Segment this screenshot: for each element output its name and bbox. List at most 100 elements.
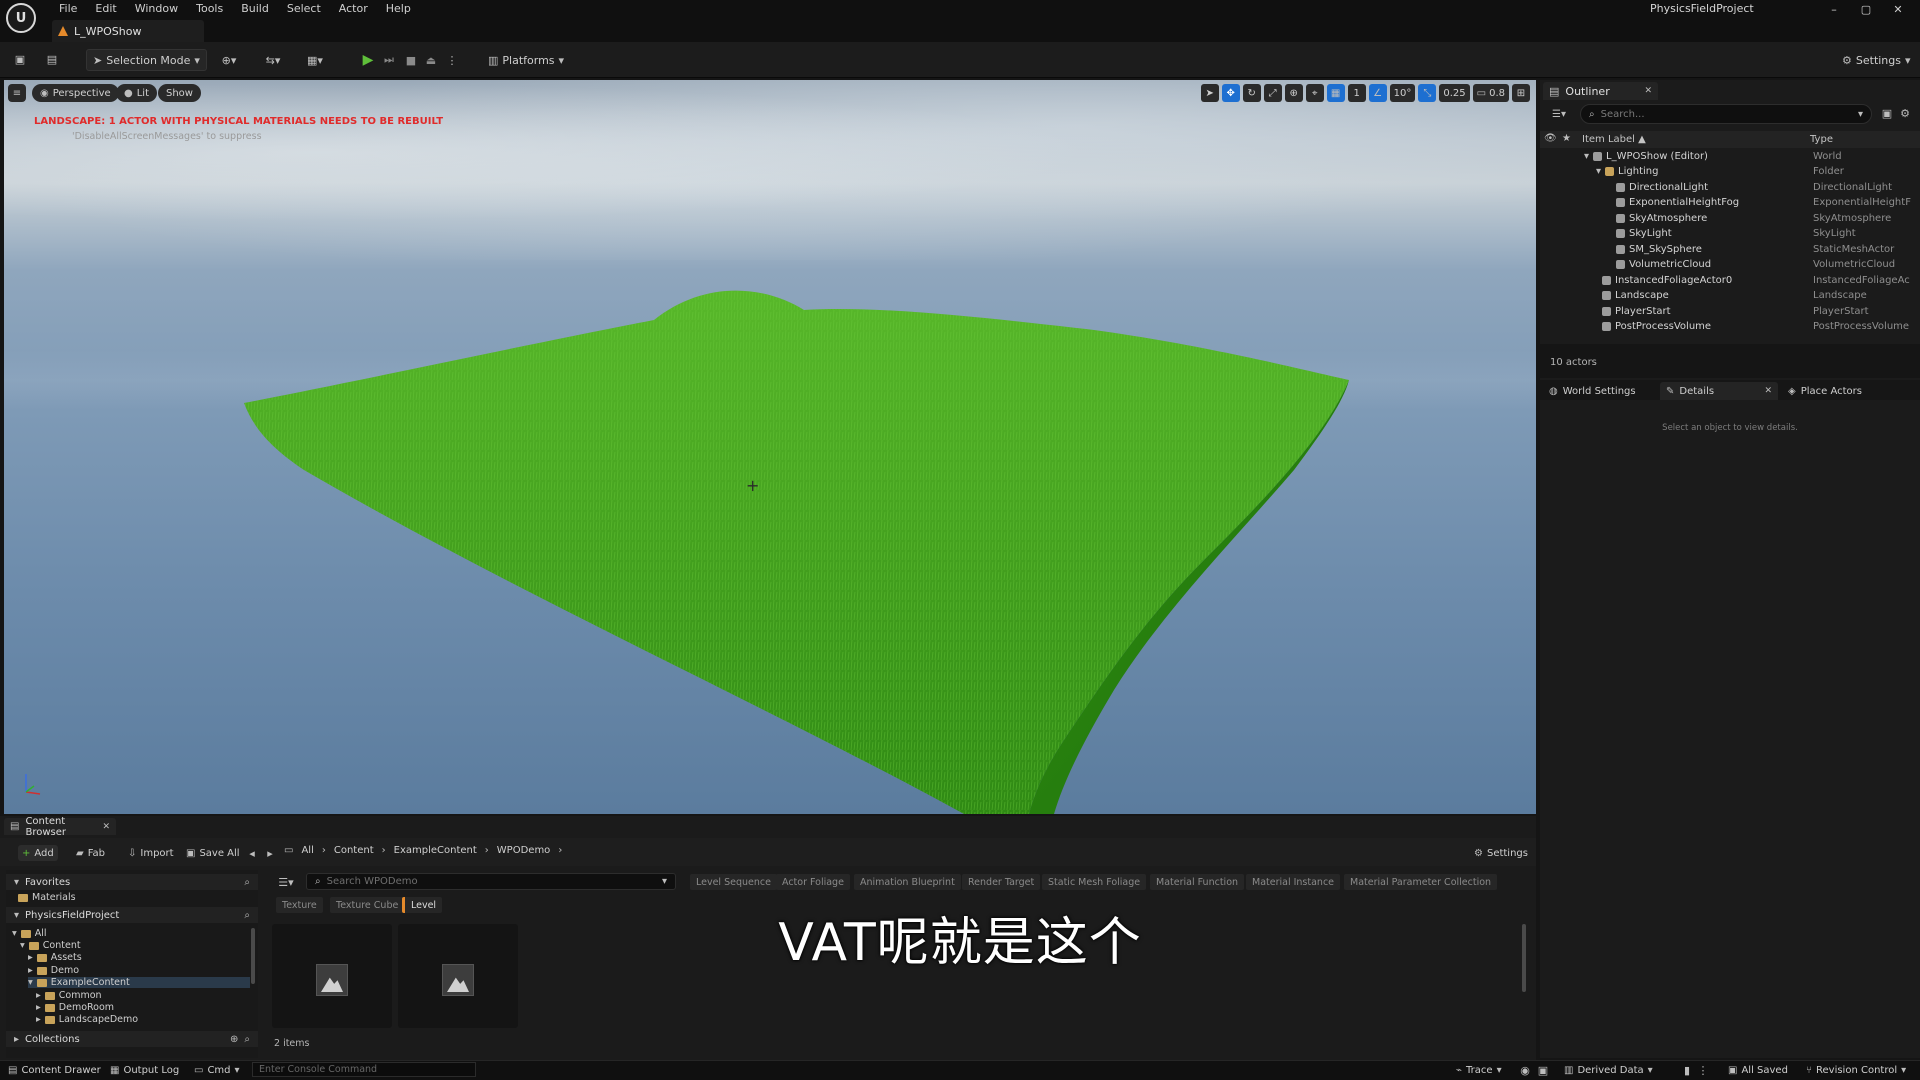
outliner-row[interactable]: SkyLight SkyLight xyxy=(1540,228,1920,243)
step-icon[interactable]: ⏭ xyxy=(380,49,398,71)
add-collection-icon[interactable]: ⊕ xyxy=(230,1034,238,1045)
pin-icon[interactable]: ★ xyxy=(1562,133,1571,144)
filter-chip[interactable]: Static Mesh Foliage xyxy=(1042,874,1147,890)
tab-place-actors[interactable]: ◈ Place Actors xyxy=(1782,382,1868,400)
scale-snap-toggle[interactable]: ⤡ xyxy=(1418,84,1437,102)
tab-world-settings[interactable]: ◍ World Settings xyxy=(1543,382,1642,400)
more-options-icon[interactable]: ⋮ xyxy=(447,52,458,68)
revision-control-dropdown[interactable]: ⑂ Revision Control ▾ xyxy=(1806,1063,1906,1077)
close-icon[interactable]: ✕ xyxy=(1644,86,1652,96)
unreal-logo-icon[interactable]: U xyxy=(6,3,36,33)
scale-tool-icon[interactable]: ⤢ xyxy=(1263,84,1282,102)
outliner-row[interactable]: SM_SkySphere StaticMeshActor xyxy=(1540,244,1920,259)
outliner-row[interactable]: PostProcessVolume PostProcessVolume xyxy=(1540,321,1920,336)
menu-actor[interactable]: Actor xyxy=(330,2,377,16)
favorites-header[interactable]: ▾ Favorites ⌕ xyxy=(6,874,258,890)
filter-chip[interactable]: Material Parameter Collection xyxy=(1344,874,1498,890)
stop-icon[interactable]: ■ xyxy=(402,49,420,71)
scale-snap-value[interactable]: 0.25 xyxy=(1439,84,1470,102)
maximize-icon[interactable]: ▢ xyxy=(1850,0,1882,18)
all-saved-button[interactable]: ▣ All Saved xyxy=(1728,1063,1788,1077)
search-icon[interactable]: ⌕ xyxy=(244,1034,250,1045)
filter-chip[interactable]: Level Sequence xyxy=(690,874,777,890)
content-search-input[interactable]: ⌕ Search WPODemo ▾ xyxy=(306,873,676,890)
grid-snap-toggle[interactable]: ▦ xyxy=(1326,84,1345,102)
close-icon[interactable]: ✕ xyxy=(1764,386,1772,396)
column-item-label[interactable]: Item Label ▲ xyxy=(1582,134,1646,145)
column-type[interactable]: Type xyxy=(1810,134,1833,145)
menu-tools[interactable]: Tools xyxy=(187,2,232,16)
save-all-button[interactable]: ▣ Save All xyxy=(182,845,244,861)
outliner-row[interactable]: ExponentialHeightFog ExponentialHeightF xyxy=(1540,197,1920,212)
outliner-row[interactable]: Landscape Landscape xyxy=(1540,290,1920,305)
history-back-icon[interactable]: ◂ xyxy=(246,846,258,860)
eject-icon[interactable]: ⏏ xyxy=(422,49,440,71)
minimize-icon[interactable]: – xyxy=(1818,0,1850,18)
tree-folder[interactable]: ▾ ExampleContent xyxy=(28,977,250,988)
tree-folder[interactable]: ▸ LandscapeDemo xyxy=(36,1014,138,1025)
tree-folder[interactable]: ▸ Common xyxy=(36,990,102,1001)
filter-icon[interactable]: ☰▾ xyxy=(1548,107,1570,121)
content-browser-tab[interactable]: ▤ Content Browser ✕ xyxy=(4,816,116,838)
cinematics-icon[interactable]: ▦▾ xyxy=(300,52,330,68)
bar-chart-icon[interactable]: ▮ xyxy=(1680,1064,1694,1077)
gear-icon[interactable]: ⚙ xyxy=(1898,106,1912,120)
content-drawer-button[interactable]: ▤ Content Drawer xyxy=(8,1063,101,1077)
search-icon[interactable]: ⌕ xyxy=(244,877,250,888)
outliner-row[interactable]: PlayerStart PlayerStart xyxy=(1540,306,1920,321)
viewport-menu-button[interactable]: ≡ xyxy=(8,84,26,102)
breadcrumb-item[interactable]: ExampleContent xyxy=(394,845,477,856)
menu-file[interactable]: File xyxy=(50,2,86,16)
filter-chip[interactable]: Material Function xyxy=(1150,874,1245,890)
import-button[interactable]: ⇩ Import xyxy=(124,845,178,861)
filter-chip[interactable]: Actor Foliage xyxy=(776,874,850,890)
menu-window[interactable]: Window xyxy=(126,2,187,16)
tab-details[interactable]: ✎ Details ✕ xyxy=(1660,382,1778,400)
more-options-icon[interactable]: ⋮ xyxy=(1698,1064,1709,1077)
outliner-row[interactable]: InstancedFoliageActor0 InstancedFoliageA… xyxy=(1540,275,1920,290)
fab-button[interactable]: ▰ Fab xyxy=(72,845,109,861)
blueprint-icon[interactable]: ⇆▾ xyxy=(258,52,288,68)
maximize-viewport-icon[interactable]: ⊞ xyxy=(1512,84,1530,102)
menu-help[interactable]: Help xyxy=(377,2,420,16)
filter-chip[interactable]: Animation Blueprint xyxy=(854,874,961,890)
add-actor-icon[interactable]: ⊕▾ xyxy=(216,52,242,68)
outliner-row[interactable]: DirectionalLight DirectionalLight xyxy=(1540,182,1920,197)
platforms-dropdown[interactable]: ▥ Platforms ▾ xyxy=(482,49,570,71)
visibility-icon[interactable]: 👁 xyxy=(1544,133,1557,144)
browse-icon[interactable]: ▤ xyxy=(44,51,60,67)
save-icon[interactable]: ▣ xyxy=(12,51,28,67)
output-log-button[interactable]: ▦ Output Log xyxy=(110,1063,179,1077)
content-settings-button[interactable]: ⚙ Settings xyxy=(1470,845,1532,861)
record-icon[interactable]: ◉ xyxy=(1518,1064,1532,1077)
screenshot-icon[interactable]: ▣ xyxy=(1536,1064,1550,1077)
collections-header[interactable]: ▸ Collections ⊕ ⌕ xyxy=(6,1031,258,1047)
close-icon[interactable]: ✕ xyxy=(1882,0,1914,18)
trace-dropdown[interactable]: ⌁ Trace ▾ xyxy=(1456,1063,1502,1077)
rotate-tool-icon[interactable]: ↻ xyxy=(1242,84,1261,102)
grid-snap-value[interactable]: 1 xyxy=(1347,84,1366,102)
settings-dropdown[interactable]: ⚙ Settings ▾ xyxy=(1836,49,1917,71)
camera-speed-button[interactable]: ▭ 0.8 xyxy=(1472,84,1509,102)
outliner-row[interactable]: VolumetricCloud VolumetricCloud xyxy=(1540,259,1920,274)
level-viewport[interactable]: ≡ ◉ Perspective ● Lit Show ➤ ✥ ↻ ⤢ ⊕ ⌖ ▦… xyxy=(4,80,1536,814)
derived-data-dropdown[interactable]: ▥ Derived Data ▾ xyxy=(1564,1063,1653,1077)
outliner-row[interactable]: SkyAtmosphere SkyAtmosphere xyxy=(1540,213,1920,228)
angle-snap-toggle[interactable]: ∠ xyxy=(1368,84,1387,102)
add-folder-icon[interactable]: ▣ xyxy=(1880,106,1894,120)
level-tab[interactable]: L_WPOShow xyxy=(52,20,204,42)
menu-build[interactable]: Build xyxy=(232,2,278,16)
outliner-search-input[interactable]: ⌕ Search... ▾ xyxy=(1580,104,1872,124)
world-space-icon[interactable]: ⊕ xyxy=(1284,84,1303,102)
perspective-button[interactable]: ◉ Perspective xyxy=(32,84,119,102)
breadcrumb-item[interactable]: Content xyxy=(334,845,374,856)
history-forward-icon[interactable]: ▸ xyxy=(264,846,276,860)
cmd-dropdown[interactable]: ▭ Cmd ▾ xyxy=(194,1063,240,1077)
filter-chip[interactable]: Material Instance xyxy=(1246,874,1341,890)
menu-select[interactable]: Select xyxy=(278,2,330,16)
menu-edit[interactable]: Edit xyxy=(86,2,125,16)
tree-folder[interactable]: ▸ DemoRoom xyxy=(36,1002,114,1013)
close-icon[interactable]: ✕ xyxy=(102,822,110,832)
move-tool-icon[interactable]: ✥ xyxy=(1221,84,1240,102)
outliner-row[interactable]: ▾ Lighting Folder xyxy=(1540,166,1920,181)
